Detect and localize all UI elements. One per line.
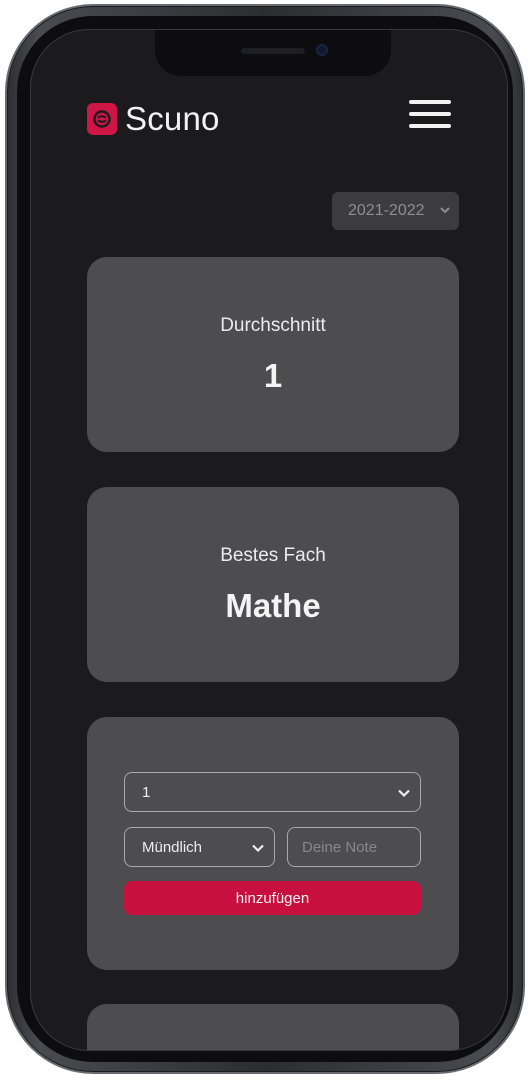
device-notch [155, 30, 391, 76]
front-camera-icon [316, 44, 328, 56]
grade-type-value: Mündlich [142, 838, 203, 856]
app-header: Scuno [87, 94, 451, 142]
best-subject-label: Bestes Fach [220, 545, 326, 566]
chevron-down-icon [440, 207, 450, 214]
menu-bar [409, 112, 451, 116]
scuno-logo-icon [87, 103, 117, 135]
speaker-grille [241, 48, 305, 54]
menu-bar [409, 100, 451, 104]
hamburger-menu-icon[interactable] [409, 96, 451, 132]
add-grade-card: 1 Mündlich Deine Note hinzufügen [87, 717, 459, 970]
brand-logo[interactable]: Scuno [87, 100, 220, 138]
grade-input[interactable]: Deine Note [287, 827, 421, 867]
grade-type-select[interactable]: Mündlich [124, 827, 275, 867]
grade-input-placeholder: Deine Note [302, 838, 378, 856]
best-subject-value: Mathe [225, 587, 321, 624]
add-grade-button[interactable]: hinzufügen [124, 881, 421, 915]
menu-bar [409, 124, 451, 128]
next-card [87, 1004, 459, 1050]
average-label: Durchschnitt [220, 315, 326, 336]
best-subject-card: Bestes Fach Mathe [87, 487, 459, 682]
phone-frame: Scuno 2021-2022 Durchschnitt 1 Bestes Fa… [7, 6, 523, 1072]
chevron-down-icon [252, 844, 264, 853]
subject-select[interactable]: 1 [124, 772, 421, 812]
subject-select-value: 1 [142, 783, 151, 801]
average-card: Durchschnitt 1 [87, 257, 459, 452]
school-year-select[interactable]: 2021-2022 [332, 192, 459, 230]
chevron-down-icon [398, 789, 410, 798]
school-year-value: 2021-2022 [348, 202, 425, 219]
average-value: 1 [263, 357, 283, 394]
brand-name: Scuno [125, 100, 220, 137]
app-screen: Scuno 2021-2022 Durchschnitt 1 Bestes Fa… [31, 30, 507, 1050]
